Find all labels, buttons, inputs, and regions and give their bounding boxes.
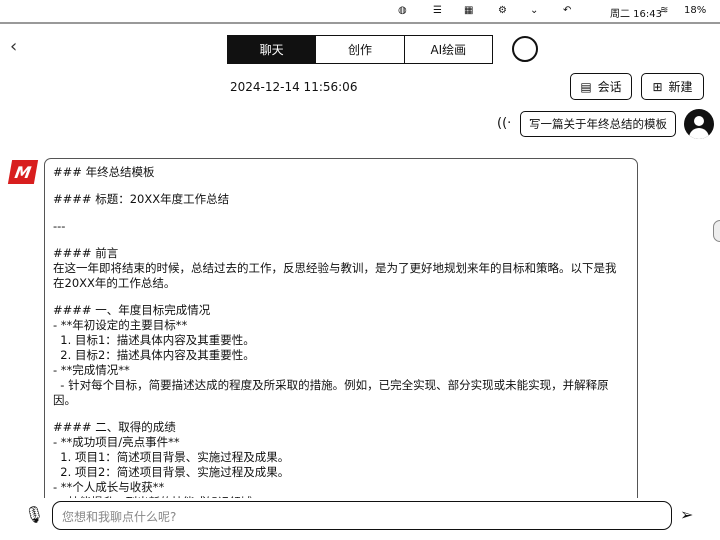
timestamp: 2024-12-14 11:56:06	[230, 80, 358, 94]
microphone-icon[interactable]: 🎙	[24, 505, 44, 524]
tab-ai-draw[interactable]: AI绘画	[405, 36, 492, 63]
wifi-icon: ≋	[660, 5, 669, 16]
bot-logo: M	[7, 160, 39, 184]
mode-tabs: 聊天 创作 AI绘画	[227, 35, 493, 64]
reply-line: #### 二、取得的成绩	[53, 420, 176, 434]
reply-line: - **成功项目/亮点事件**	[53, 435, 180, 449]
reply-line: #### 一、年度目标完成情况	[53, 303, 211, 317]
tab-chat[interactable]: 聊天	[228, 36, 317, 63]
user-avatar	[684, 109, 714, 139]
session-button[interactable]: ▤ 会话	[570, 73, 632, 100]
chat-input[interactable]: 您想和我聊点什么呢?	[52, 501, 672, 530]
reply-line: - **完成情况**	[53, 363, 130, 377]
new-chat-icon: ⊞	[652, 79, 663, 94]
reply-line: 1. 项目1：简述项目背景、实施过程及成果。	[53, 450, 290, 464]
reply-line: #### 标题：20XX年度工作总结	[53, 192, 230, 206]
side-handle[interactable]	[713, 220, 720, 242]
back-arrow-icon[interactable]: ↶	[563, 5, 571, 16]
reply-line	[53, 291, 629, 303]
reply-line: - **个人成长与收获**	[53, 480, 165, 494]
user-message: 写一篇关于年终总结的模板	[520, 111, 676, 137]
reply-line: #### 前言	[53, 246, 119, 260]
reply-line	[53, 180, 629, 192]
reply-line	[53, 408, 629, 420]
clock: 周二 16:43	[610, 9, 662, 20]
speaker-icon[interactable]: ((·	[497, 116, 511, 131]
back-button[interactable]: ‹	[10, 36, 17, 57]
reply-line: ### 年终总结模板	[53, 165, 155, 179]
battery: 18%	[684, 5, 707, 16]
profile-icon[interactable]	[512, 36, 538, 62]
reply-line: - 技能提升：列出新的技能或知识领域。	[53, 495, 629, 498]
send-icon[interactable]: ➢	[680, 505, 693, 524]
eink-mode-icon[interactable]: ◍	[398, 5, 407, 16]
reply-line: 在这一年即将结束的时候，总结过去的工作，反思经验与教训，是为了更好地规划来年的目…	[53, 261, 617, 275]
chat-list-icon: ▤	[580, 79, 592, 94]
reply-line: 1. 目标1：描述具体内容及其重要性。	[53, 333, 255, 347]
reply-line: 在20XX年的工作总结。	[53, 276, 176, 290]
list-icon[interactable]: ☰	[433, 5, 442, 16]
reply-line: ---	[53, 219, 66, 233]
settings-icon[interactable]: ⚙	[498, 5, 507, 16]
reply-line: - **年初设定的主要目标**	[53, 318, 188, 332]
reply-line: 2. 目标2：描述具体内容及其重要性。	[53, 348, 255, 362]
reply-line	[53, 234, 629, 246]
apps-icon[interactable]: ▦	[464, 5, 473, 16]
status-bar: ◍ ☰ ▦ ⚙ ⌄ ↶ 周二 16:43 ≋ 18%	[0, 0, 720, 24]
reply-line: 因。	[53, 393, 76, 407]
reply-line	[53, 207, 629, 219]
reply-line: - 针对每个目标，简要描述达成的程度及所采取的措施。例如，已完全实现、部分实现或…	[53, 378, 609, 392]
reply-line: 2. 项目2：简述项目背景、实施过程及成果。	[53, 465, 290, 479]
new-button[interactable]: ⊞ 新建	[641, 73, 704, 100]
chevron-down-icon[interactable]: ⌄	[530, 5, 538, 16]
bot-reply: ### 年终总结模板 #### 标题：20XX年度工作总结 --- #### 前言 在这…	[44, 158, 638, 498]
tab-create[interactable]: 创作	[316, 36, 405, 63]
